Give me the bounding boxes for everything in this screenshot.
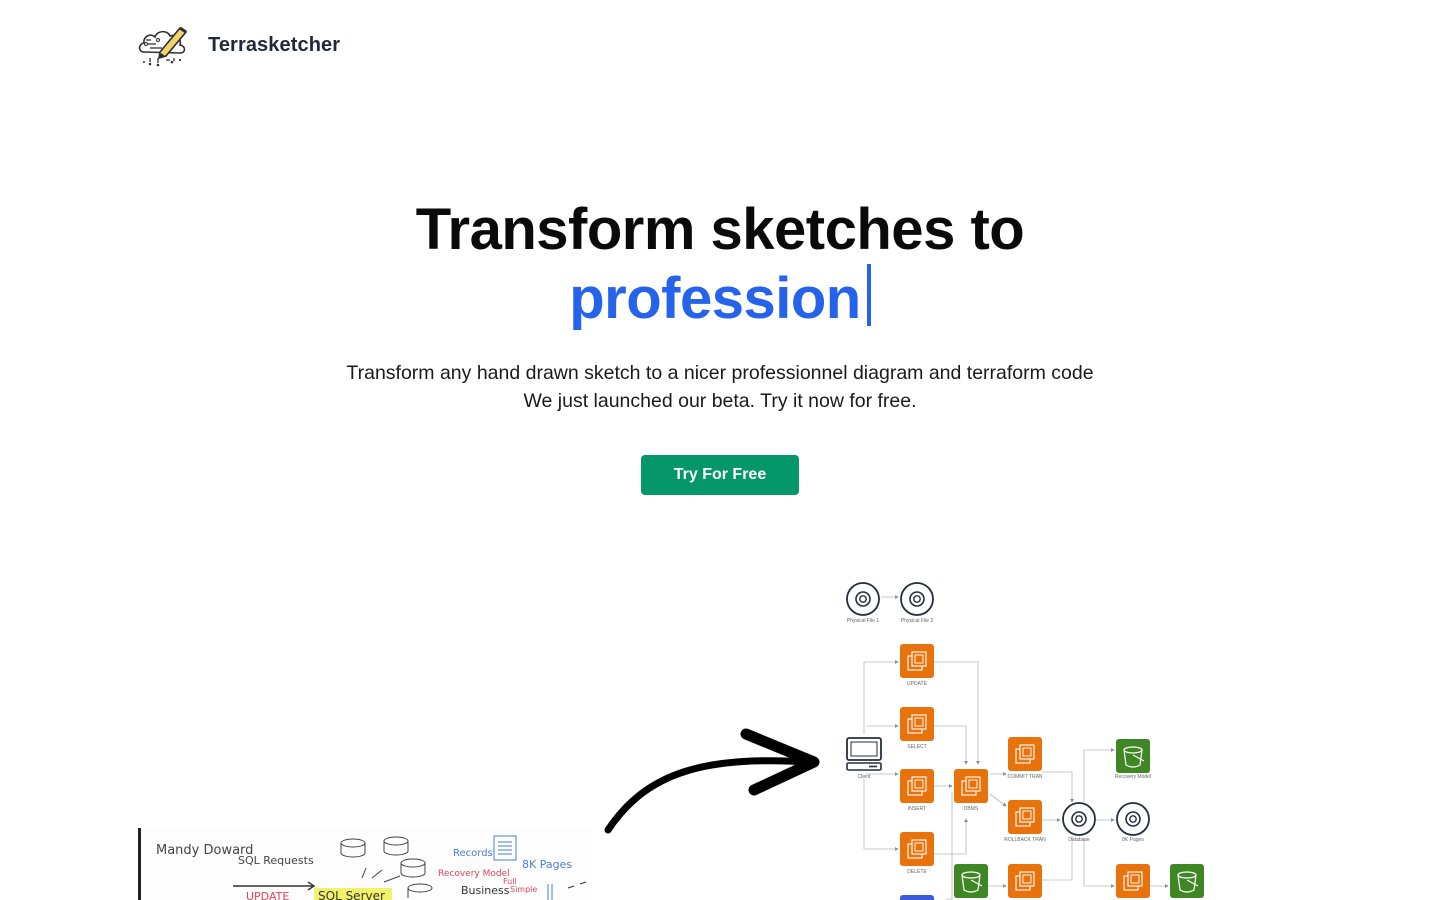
ec2-instance-icon <box>1115 863 1151 899</box>
transform-arrow-icon <box>604 728 820 834</box>
physical-file-2-icon <box>900 582 934 616</box>
brand-name[interactable]: Terrasketcher <box>208 34 340 57</box>
s3-bucket-icon <box>953 863 989 899</box>
rollback-tran-ec2-icon <box>1007 799 1043 835</box>
sketch-text: Records <box>453 848 493 859</box>
recovery-model-s3-icon <box>1115 738 1151 774</box>
sketch-border <box>138 828 141 900</box>
hero-section: Transform sketches to profession Transfo… <box>0 196 1440 495</box>
blue-service-icon <box>900 895 934 900</box>
physical-file-1-label: Physical File 1 <box>847 618 879 624</box>
update-ec2-icon <box>899 643 935 679</box>
client-label: Client <box>858 774 871 780</box>
commit-tran-label: COMMIT TRAN <box>1007 774 1042 780</box>
sketch-text: Business <box>461 884 510 897</box>
select-label: SELECT <box>907 744 926 750</box>
site-header: Terrasketcher <box>136 22 340 68</box>
update-label: UPDATE <box>907 681 928 687</box>
showcase-section: Mandy Doward SQL Requests UPDATE SQL Ser… <box>0 560 1440 900</box>
insert-label: INSERT <box>908 806 926 812</box>
try-for-free-button[interactable]: Try For Free <box>641 455 799 495</box>
subtitle-line2: We just launched our beta. Try it now fo… <box>523 390 917 412</box>
commit-tran-ec2-icon <box>1007 736 1043 772</box>
sketch-text: SQL Requests <box>238 854 314 867</box>
sketch-drawing: Mandy Doward SQL Requests UPDATE SQL Ser… <box>156 835 587 900</box>
hero-subtitle: Transform any hand drawn sketch to a nic… <box>0 359 1440 415</box>
delete-label: DELETE <box>907 869 927 875</box>
physical-file-1-icon <box>846 582 880 616</box>
ec2-instance-icon <box>1007 863 1043 899</box>
sketch-text: UPDATE <box>246 890 289 900</box>
cloud-pencil-logo-icon[interactable] <box>136 22 192 68</box>
physical-file-2-label: Physical File 2 <box>901 618 933 624</box>
hand-drawn-sketch-image: Mandy Doward SQL Requests UPDATE SQL Ser… <box>138 828 592 900</box>
dbms-label: DBMS <box>964 806 979 812</box>
rollback-tran-label: ROLLBACK TRAN <box>1004 837 1046 843</box>
8k-pages-disk-icon <box>1116 802 1150 836</box>
hero-title: Transform sketches to profession <box>0 196 1440 333</box>
database-label: Database <box>1068 837 1090 843</box>
database-disk-icon <box>1062 802 1096 836</box>
hero-title-line1: Transform sketches to <box>415 197 1025 262</box>
subtitle-line1: Transform any hand drawn sketch to a nic… <box>346 362 1094 384</box>
s3-bucket-icon <box>1169 863 1205 899</box>
professional-architecture-diagram: Physical File 1 Physical File 2 UPDATE S… <box>846 582 1205 900</box>
sketch-text: Recovery Model <box>438 869 510 879</box>
recovery-model-label: Recovery Model <box>1115 774 1151 780</box>
hero-title-typed-word: profession <box>569 266 861 331</box>
8k-pages-label: 8K Pages <box>1122 837 1144 843</box>
client-computer-icon <box>846 737 882 771</box>
delete-ec2-icon <box>899 831 935 867</box>
sketch-text: Simple <box>510 885 537 894</box>
insert-ec2-icon <box>899 768 935 804</box>
sketch-text: 8K Pages <box>522 858 572 871</box>
sketch-text: SQL Server <box>318 889 385 900</box>
typing-cursor <box>866 264 871 326</box>
dbms-ec2-icon <box>953 768 989 804</box>
select-ec2-icon <box>899 706 935 742</box>
